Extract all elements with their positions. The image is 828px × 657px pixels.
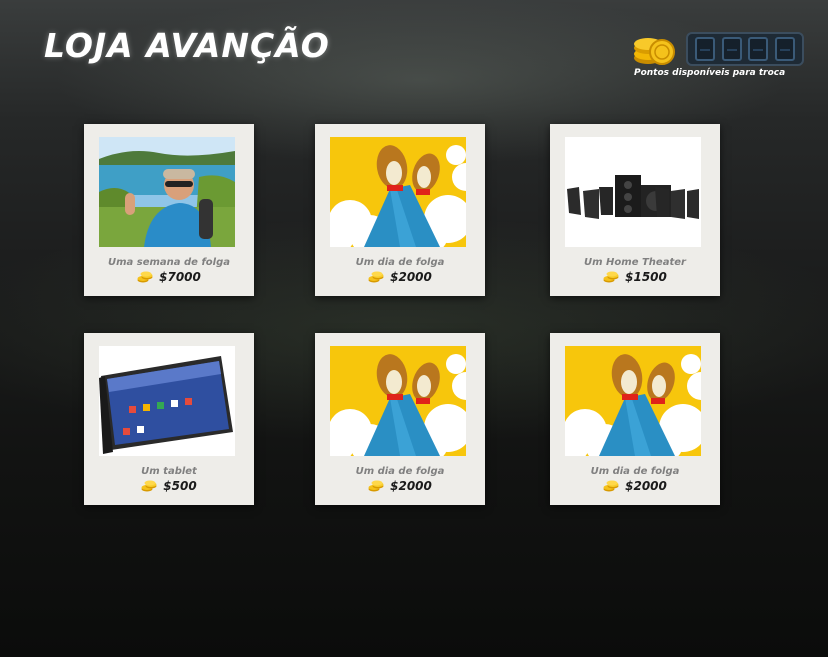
coin-icon [368, 271, 384, 283]
item-name: Um dia de folga [590, 466, 680, 477]
item-price-row: $500 [84, 479, 254, 493]
item-name: Uma semana de folga [108, 257, 230, 268]
beach-selfie-image [99, 137, 235, 247]
points-label: Pontos disponíveis para troca [634, 68, 786, 78]
coin-icon [141, 480, 157, 492]
home-theater-image [565, 137, 701, 247]
item-price-row: $1500 [550, 270, 720, 284]
coin-icon [368, 480, 384, 492]
points-panel: Pontos disponíveis para troca [630, 30, 810, 80]
item-name: Um dia de folga [355, 257, 445, 268]
points-digit [721, 37, 742, 61]
points-digit [695, 37, 716, 61]
tablet-image [99, 346, 235, 456]
item-image [565, 346, 701, 456]
store-item-card[interactable]: Um dia de folga $2000 [315, 124, 485, 296]
item-name: Um dia de folga [355, 466, 445, 477]
item-price-row: $2000 [315, 479, 485, 493]
points-digit [748, 37, 769, 61]
store-item-card[interactable]: Um tablet $500 [84, 333, 254, 505]
item-price-row: $7000 [84, 270, 254, 284]
feet-up-illustration [330, 137, 466, 247]
item-price: $1500 [625, 270, 667, 284]
store-item-card[interactable]: Um Home Theater $1500 [550, 124, 720, 296]
item-image [565, 137, 701, 247]
item-price: $2000 [625, 479, 667, 493]
coin-icon [603, 271, 619, 283]
points-digit [774, 37, 795, 61]
store-item-card[interactable]: Um dia de folga $2000 [550, 333, 720, 505]
item-image [330, 137, 466, 247]
item-price: $2000 [390, 270, 432, 284]
item-image [99, 137, 235, 247]
coin-stack-icon [634, 38, 675, 65]
page-title: LOJA AVANÇÃO [44, 26, 330, 65]
feet-up-illustration [565, 346, 701, 456]
feet-up-illustration [330, 346, 466, 456]
coin-icon [603, 480, 619, 492]
item-price-row: $2000 [550, 479, 720, 493]
store-item-card[interactable]: Um dia de folga $2000 [315, 333, 485, 505]
item-price: $500 [163, 479, 197, 493]
item-price: $7000 [159, 270, 201, 284]
item-name: Um Home Theater [584, 257, 686, 268]
coin-icon [137, 271, 153, 283]
item-image [330, 346, 466, 456]
points-counter [686, 32, 804, 66]
item-image [99, 346, 235, 456]
store-item-card[interactable]: Uma semana de folga $7000 [84, 124, 254, 296]
item-price-row: $2000 [315, 270, 485, 284]
item-price: $2000 [390, 479, 432, 493]
item-name: Um tablet [141, 466, 197, 477]
